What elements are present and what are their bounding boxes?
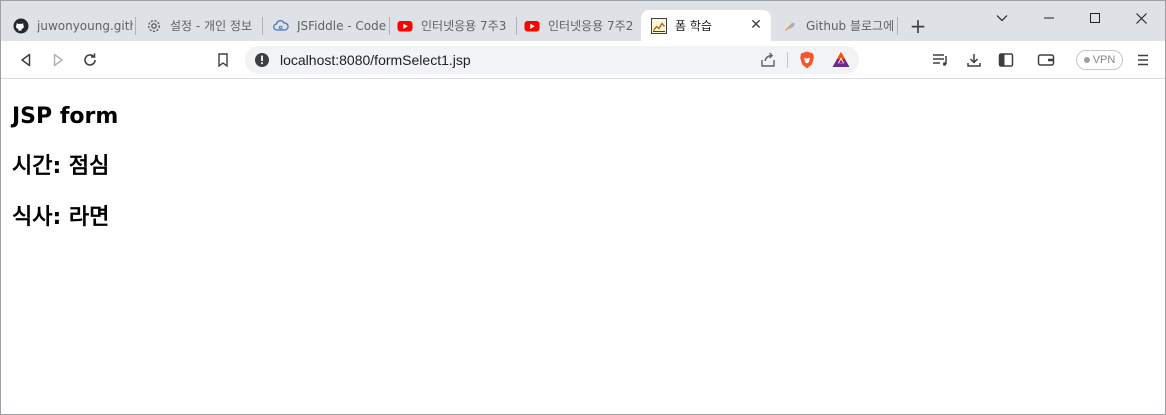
close-window-icon[interactable] (1118, 5, 1164, 31)
github-icon (13, 18, 29, 34)
tab-title: 인터넷응용 7주2 (548, 19, 634, 33)
new-tab-button[interactable]: + (906, 14, 930, 38)
vpn-status-dot (1083, 57, 1090, 63)
tab-search-chevron-icon[interactable] (979, 5, 1025, 31)
time-result: 시간: 점심 (12, 154, 110, 179)
back-icon[interactable] (14, 48, 38, 72)
wallet-icon[interactable] (1034, 48, 1058, 72)
minimize-icon[interactable] (1026, 5, 1072, 31)
browser-toolbar: localhost:8080/formSelect1.jsp VPN (1, 41, 1165, 79)
youtube-icon (397, 18, 413, 34)
page-heading: JSP form (12, 104, 119, 129)
feather-icon (782, 18, 798, 34)
hamburger-menu-icon[interactable] (1131, 48, 1155, 72)
brave-rewards-icon[interactable] (831, 50, 851, 70)
site-info-icon[interactable] (254, 52, 270, 68)
tab-title: 설정 - 개인 정보 (170, 19, 253, 33)
tab-settings[interactable]: 설정 - 개인 정보 (136, 10, 260, 41)
brave-shields-icon[interactable] (797, 50, 817, 70)
tab-jsfiddle[interactable]: JSFiddle - Code (263, 10, 387, 41)
tab-separator (897, 17, 898, 35)
tab-youtube-1[interactable]: 인터넷응용 7주3 (387, 10, 515, 41)
meal-result: 식사: 라면 (12, 205, 110, 230)
reload-icon[interactable] (78, 48, 102, 72)
address-bar[interactable]: localhost:8080/formSelect1.jsp (245, 46, 859, 74)
vpn-label: VPN (1092, 54, 1116, 66)
vpn-button[interactable]: VPN (1076, 50, 1123, 70)
media-queue-icon[interactable] (929, 48, 953, 72)
page-favicon-icon (651, 17, 667, 34)
bookmark-icon[interactable] (211, 48, 235, 72)
url-text[interactable]: localhost:8080/formSelect1.jsp (280, 52, 471, 68)
tab-youtube-2[interactable]: 인터넷응용 7주2 (514, 10, 641, 41)
tab-github[interactable]: juwonyoung.gith (3, 10, 133, 41)
jsfiddle-icon (273, 18, 289, 34)
browser-window: juwonyoung.gith 설정 - 개인 정보 JSFiddle - Co… (0, 0, 1166, 415)
share-icon[interactable] (759, 51, 777, 69)
omnibox-divider (787, 52, 788, 68)
gear-icon (146, 18, 162, 34)
forward-icon[interactable] (46, 48, 70, 72)
download-icon[interactable] (962, 48, 986, 72)
tab-title: Github 블로그에 (806, 19, 895, 33)
tab-title: juwonyoung.gith (37, 18, 133, 33)
tab-strip: juwonyoung.gith 설정 - 개인 정보 JSFiddle - Co… (1, 1, 1165, 41)
maximize-icon[interactable] (1072, 5, 1118, 31)
tab-github-blog[interactable]: Github 블로그에 (772, 10, 896, 41)
tab-title: JSFiddle - Code (297, 18, 387, 33)
tab-active-form[interactable]: 폼 학습 ✕ (641, 10, 771, 41)
tab-title: 폼 학습 (675, 19, 712, 33)
sidebar-icon[interactable] (994, 48, 1018, 72)
youtube-icon (524, 18, 540, 34)
page-content: JSP form 시간: 점심 식사: 라면 (1, 79, 1165, 414)
tab-title: 인터넷응용 7주3 (421, 19, 507, 33)
close-tab-icon[interactable]: ✕ (749, 18, 763, 32)
